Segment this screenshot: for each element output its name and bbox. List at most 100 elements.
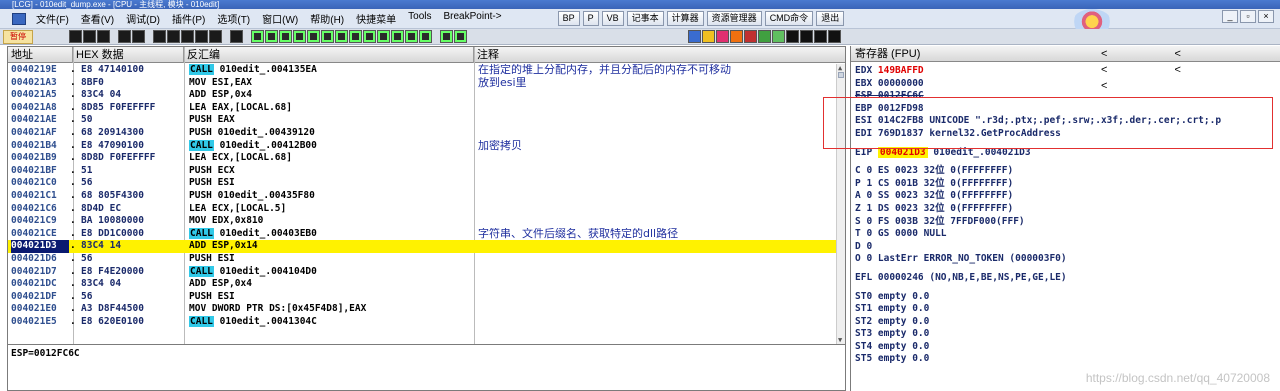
disasm-row[interactable]: 004021D6. 56 PUSH ESI (8, 253, 837, 266)
flag-line[interactable]: P 1 CS 001B 32位 0(FFFFFFFF) (855, 178, 1280, 191)
disasm-row[interactable]: 004021A5. 83C4 04 ADD ESP,0x4 (8, 89, 837, 102)
menu-item-6[interactable]: 帮助(H) (304, 11, 350, 26)
pause-icon[interactable] (132, 30, 145, 43)
flag-line[interactable]: C 0 ES 0023 32位 0(FFFFFFFF) (855, 165, 1280, 178)
restore-icon[interactable]: ▫ (1240, 10, 1256, 23)
top-button-2[interactable]: VB (601, 11, 624, 26)
top-button-5[interactable]: 资源管理器 (706, 11, 762, 26)
plugin-icon-11[interactable] (828, 30, 841, 43)
menu-item-2[interactable]: 调试(D) (120, 11, 166, 26)
disasm-row[interactable]: 004021C6. 8D4D EC LEA ECX,[LOCAL.5] (8, 203, 837, 216)
disasm-row[interactable]: 004021C1. 68 805F4300 PUSH 010edit_.00435F… (8, 190, 837, 203)
close-file-icon[interactable] (97, 30, 110, 43)
threads-icon[interactable] (293, 30, 306, 43)
menu-item-1[interactable]: 查看(V) (75, 11, 120, 26)
top-button-3[interactable]: 记事本 (626, 11, 664, 26)
disasm-row[interactable]: 004021AE. 50 PUSH EAX (8, 114, 837, 127)
plugin-icon-4[interactable] (730, 30, 743, 43)
disasm-row[interactable]: 004021C9. BA 10080000 MOV EDX,0x810 (8, 215, 837, 228)
disasm-row[interactable]: 004021BF. 51 PUSH ECX (8, 165, 837, 178)
run-icon[interactable] (118, 30, 131, 43)
run-trace-icon[interactable] (405, 30, 418, 43)
fpu-line[interactable]: ST0 empty 0.0 (855, 291, 1280, 304)
flag-line[interactable]: S 0 FS 003B 32位 7FFDF000(FFF) (855, 216, 1280, 229)
trace-over-icon[interactable] (195, 30, 208, 43)
plugin-icon-8[interactable] (786, 30, 799, 43)
scroll-up-icon[interactable]: ▲ (838, 64, 842, 72)
disasm-row[interactable]: 004021B4. E8 47090100 CALL 010edit_.00412B… (8, 139, 837, 153)
step-into-icon[interactable] (153, 30, 166, 43)
memory-map-icon[interactable] (279, 30, 292, 43)
flag-line[interactable]: O 0 LastErr ERROR_NO_TOKEN (000003F0) (855, 253, 1280, 266)
menu-item-9[interactable]: BreakPoint-> (438, 11, 508, 26)
disasm-row[interactable]: 004021C0. 56 PUSH ESI (8, 177, 837, 190)
fpu-line[interactable]: ST3 empty 0.0 (855, 328, 1280, 341)
disasm-row[interactable]: 004021E0. A3 D8F44500 MOV DWORD PTR DS:[0x… (8, 303, 837, 316)
plugin-icon-3[interactable] (716, 30, 729, 43)
disasm-row[interactable]: 004021E5. E8 620E0100 CALL 010edit_.004130… (8, 315, 837, 329)
disasm-row[interactable]: 004021DF. 56 PUSH ESI (8, 291, 837, 304)
disasm-row[interactable]: 004021B9. 8D8D F0FEFFFF LEA ECX,[LOCAL.68] (8, 152, 837, 165)
execute-till-return-icon[interactable] (209, 30, 222, 43)
call-stack-icon[interactable] (363, 30, 376, 43)
plugin-icon-2[interactable] (702, 30, 715, 43)
cpu-icon[interactable] (335, 30, 348, 43)
top-button-7[interactable]: 退出 (816, 11, 845, 26)
registers-nav-arrows[interactable]: < < < < < (1101, 46, 1280, 94)
minimize-icon[interactable]: _ (1222, 10, 1238, 23)
step-over-icon[interactable] (167, 30, 180, 43)
menu-item-0[interactable]: 文件(F) (30, 11, 75, 26)
menu-item-5[interactable]: 窗口(W) (256, 11, 304, 26)
top-button-0[interactable]: BP (557, 11, 580, 26)
patches-icon[interactable] (349, 30, 362, 43)
fpu-line[interactable]: ST1 empty 0.0 (855, 303, 1280, 316)
registers-header[interactable]: 寄存器 (FPU) < < < < < (851, 46, 1280, 92)
disasm-row[interactable]: 004021A3. 8BF0 MOV ESI,EAX 放到esi里 (8, 77, 837, 90)
disasm-row[interactable]: 004021DC. 83C4 04 ADD ESP,0x4 (8, 278, 837, 291)
flag-line[interactable]: Z 1 DS 0023 32位 0(FFFFFFFF) (855, 203, 1280, 216)
col-address[interactable]: 地址 (8, 47, 73, 63)
disasm-row[interactable]: 004021AF. 68 20914300 PUSH 010edit_.004391… (8, 127, 837, 140)
flag-line[interactable]: A 0 SS 0023 32位 0(FFFFFFFF) (855, 190, 1280, 203)
scroll-thumb[interactable] (838, 72, 844, 78)
windows-icon[interactable] (307, 30, 320, 43)
col-disasm[interactable]: 反汇编 (184, 47, 474, 63)
breakpoints-icon[interactable] (377, 30, 390, 43)
open-icon[interactable] (69, 30, 82, 43)
plugin-icon-9[interactable] (800, 30, 813, 43)
log-window-icon[interactable] (251, 30, 264, 43)
fpu-line[interactable]: ST2 empty 0.0 (855, 316, 1280, 329)
plugin-icon-5[interactable] (744, 30, 757, 43)
menu-item-3[interactable]: 插件(P) (166, 11, 211, 26)
top-button-1[interactable]: P (582, 11, 599, 26)
close-icon[interactable]: × (1258, 10, 1274, 23)
trace-into-icon[interactable] (181, 30, 194, 43)
col-comment[interactable]: 注释 (474, 47, 845, 63)
executable-modules-icon[interactable] (265, 30, 278, 43)
source-icon[interactable] (419, 30, 432, 43)
disasm-row[interactable]: 0040219E. E8 47140100 CALL 010edit_.004135… (8, 64, 837, 77)
menu-item-7[interactable]: 快捷菜单 (350, 11, 402, 26)
disasm-row[interactable]: 004021A8. 8D85 F0FEFFFF LEA EAX,[LOCAL.68] (8, 102, 837, 115)
references-icon[interactable] (391, 30, 404, 43)
plugin-icon-6[interactable] (758, 30, 771, 43)
fpu-line[interactable]: ST5 empty 0.0 (855, 353, 1280, 366)
top-button-6[interactable]: CMD命令 (764, 11, 814, 26)
menu-item-4[interactable]: 选项(T) (211, 11, 256, 26)
disasm-row[interactable]: 004021D7. E8 F4E20000 CALL 010edit_.004104… (8, 265, 837, 279)
help-icon[interactable] (454, 30, 467, 43)
plugin-icon-7[interactable] (772, 30, 785, 43)
col-hex[interactable]: HEX 数据 (73, 47, 184, 63)
top-button-4[interactable]: 计算器 (666, 11, 704, 26)
disasm-row[interactable]: 004021CE. E8 DD1C0000 CALL 010edit_.00403E… (8, 227, 837, 241)
rewind-icon[interactable] (83, 30, 96, 43)
fpu-line[interactable]: ST4 empty 0.0 (855, 341, 1280, 354)
disassembly-pane[interactable]: 地址 HEX 数据 反汇编 注释 0040219E. E8 47140100 CAL… (7, 46, 846, 345)
flag-line[interactable]: D 0 (855, 241, 1280, 254)
menu-item-8[interactable]: Tools (402, 11, 437, 26)
disasm-row[interactable]: 004021D3. 83C4 14 ADD ESP,0x14 (8, 240, 837, 253)
handles-icon[interactable] (321, 30, 334, 43)
plugin-icon-10[interactable] (814, 30, 827, 43)
flag-line[interactable]: T 0 GS 0000 NULL (855, 228, 1280, 241)
scroll-down-icon[interactable]: ▼ (838, 336, 842, 344)
